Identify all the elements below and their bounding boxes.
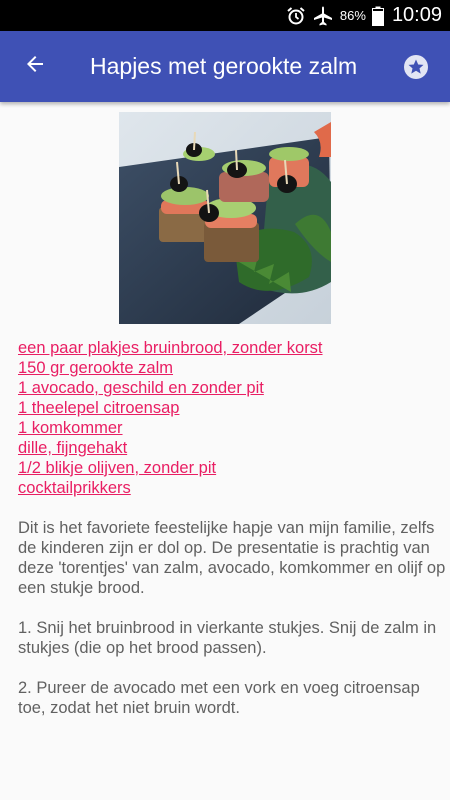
app-bar: Hapjes met gerookte zalm <box>0 31 450 102</box>
ingredient-link[interactable]: 1 avocado, geschild en zonder pit <box>18 378 438 398</box>
arrow-left-icon <box>23 52 47 81</box>
clock: 10:09 <box>391 4 442 26</box>
step-paragraph: 2. Pureer de avocado met een vork en voe… <box>18 679 420 717</box>
ingredient-link[interactable]: 1/2 blikje olijven, zonder pit <box>18 458 438 478</box>
ingredient-list: een paar plakjes bruinbrood, zonder kors… <box>18 338 438 498</box>
ingredient-link[interactable]: 150 gr gerookte zalm <box>18 358 438 378</box>
ingredient-link[interactable]: dille, fijngehakt <box>18 438 438 458</box>
intro-paragraph: Dit is het favoriete feestelijke hapje v… <box>18 519 446 597</box>
ingredient-link[interactable]: 1 theelepel citroensap <box>18 398 438 418</box>
status-bar: 86% 10:09 <box>0 0 450 31</box>
alarm-icon <box>286 6 306 26</box>
step-paragraph: 1. Snij het bruinbrood in vierkante stuk… <box>18 619 437 657</box>
favorite-button[interactable] <box>402 53 430 81</box>
page-title: Hapjes met gerookte zalm <box>90 53 358 79</box>
ingredient-link[interactable]: een paar plakjes bruinbrood, zonder kors… <box>18 338 438 358</box>
airplane-icon <box>312 5 334 27</box>
recipe-photo <box>119 112 331 324</box>
back-button[interactable] <box>0 31 70 102</box>
battery-percentage: 86% <box>339 8 366 23</box>
recipe-description: Dit is het favoriete feestelijke hapje v… <box>18 518 446 738</box>
star-icon <box>402 55 430 85</box>
ingredient-link[interactable]: 1 komkommer <box>18 418 438 438</box>
recipe-content: een paar plakjes bruinbrood, zonder kors… <box>0 102 450 800</box>
ingredient-link[interactable]: cocktailprikkers <box>18 478 438 498</box>
battery-icon <box>371 6 384 26</box>
